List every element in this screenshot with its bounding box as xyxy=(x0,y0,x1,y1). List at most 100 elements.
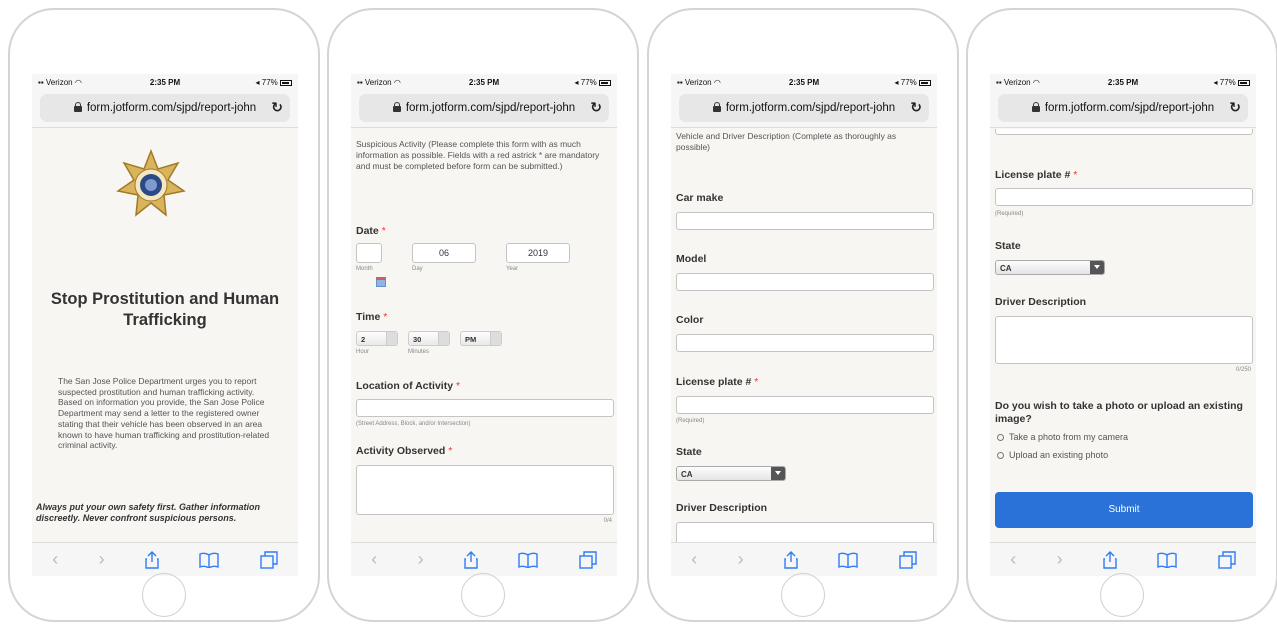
browser-toolbar: ‹ › xyxy=(351,542,617,576)
battery-icon xyxy=(1238,79,1250,86)
back-arrow-icon[interactable]: ‹ xyxy=(371,549,377,570)
state-label: State xyxy=(995,240,1021,252)
state-value: CA xyxy=(681,470,693,479)
license-plate-sublabel: (Required) xyxy=(676,418,705,424)
date-day-input[interactable]: 06 xyxy=(412,243,476,263)
status-bar: ▪︎▪︎ Verizon ◠ 2:35 PM ◂ 77% xyxy=(351,74,617,90)
reload-icon[interactable]: ↻ xyxy=(590,99,602,116)
battery-icon xyxy=(919,79,931,86)
chevron-down-icon xyxy=(771,467,785,480)
phone-screen-4: ▪︎▪︎ Verizon ◠ 2:35 PM ◂ 77% form.jotfor… xyxy=(990,74,1256,576)
battery-status: ◂ 77% xyxy=(256,78,292,87)
phone-frame-3: ▪︎▪︎ Verizon ◠ 2:35 PM ◂ 77% form.jotfor… xyxy=(647,8,959,622)
reload-icon[interactable]: ↻ xyxy=(271,99,283,116)
tabs-icon[interactable] xyxy=(1218,550,1236,569)
calendar-icon[interactable] xyxy=(376,277,386,287)
lock-icon xyxy=(73,102,82,112)
driver-description-textarea[interactable] xyxy=(995,316,1253,364)
bookmarks-icon[interactable] xyxy=(518,552,539,568)
browser-toolbar: ‹ › xyxy=(32,542,298,576)
safety-notice: Always put your own safety first. Gather… xyxy=(36,502,261,523)
lock-icon xyxy=(392,102,401,112)
back-arrow-icon[interactable]: ‹ xyxy=(1010,549,1016,570)
date-year-sublabel: Year xyxy=(506,266,519,272)
state-value: CA xyxy=(1000,264,1012,273)
battery-icon xyxy=(280,79,292,86)
time-hour-select[interactable]: 2 xyxy=(356,331,398,346)
time-ampm-select[interactable]: PM xyxy=(460,331,502,346)
url-bar[interactable]: form.jotform.com/sjpd/report-john ↻ xyxy=(998,94,1248,122)
forward-arrow-icon[interactable]: › xyxy=(738,549,744,570)
previous-input[interactable] xyxy=(995,129,1253,135)
forward-arrow-icon[interactable]: › xyxy=(1057,549,1063,570)
location-input[interactable] xyxy=(356,399,614,417)
model-input[interactable] xyxy=(676,273,934,291)
url-text: form.jotform.com/sjpd/report-john xyxy=(405,102,576,114)
url-text: form.jotform.com/sjpd/report-john xyxy=(725,102,896,114)
home-button[interactable] xyxy=(781,573,825,617)
tabs-icon[interactable] xyxy=(899,550,917,569)
back-arrow-icon[interactable]: ‹ xyxy=(691,549,697,570)
state-select[interactable]: CA xyxy=(995,260,1105,275)
location-label: Location of Activity * xyxy=(356,380,461,392)
activity-char-count: 0/4 xyxy=(603,518,612,524)
date-month-input[interactable] xyxy=(356,243,382,263)
share-icon[interactable] xyxy=(1103,550,1117,569)
photo-option-upload[interactable]: Upload an existing photo xyxy=(997,450,1108,460)
url-bar[interactable]: form.jotform.com/sjpd/report-john ↻ xyxy=(359,94,609,122)
forward-arrow-icon[interactable]: › xyxy=(418,549,424,570)
photo-option-camera[interactable]: Take a photo from my camera xyxy=(997,432,1128,442)
battery-status: ◂ 77% xyxy=(895,78,931,87)
bookmarks-icon[interactable] xyxy=(838,552,859,568)
car-make-input[interactable] xyxy=(676,212,934,230)
back-arrow-icon[interactable]: ‹ xyxy=(52,549,58,570)
page-content: Vehicle and Driver Description (Complete… xyxy=(671,129,937,542)
chevron-down-icon xyxy=(1090,261,1104,274)
reload-icon[interactable]: ↻ xyxy=(910,99,922,116)
share-icon[interactable] xyxy=(784,550,798,569)
url-text: form.jotform.com/sjpd/report-john xyxy=(86,102,257,114)
forward-arrow-icon[interactable]: › xyxy=(99,549,105,570)
intro-paragraph: The San Jose Police Department urges you… xyxy=(58,376,270,451)
state-select[interactable]: CA xyxy=(676,466,786,481)
color-label: Color xyxy=(676,314,704,326)
reload-icon[interactable]: ↻ xyxy=(1229,99,1241,116)
share-icon[interactable] xyxy=(464,550,478,569)
share-icon[interactable] xyxy=(145,550,159,569)
driver-description-textarea[interactable] xyxy=(676,522,934,542)
bookmarks-icon[interactable] xyxy=(199,552,220,568)
location-sublabel: (Street Address, Block, and/or Intersect… xyxy=(356,421,471,427)
time-minutes-select[interactable]: 30 xyxy=(408,331,450,346)
license-plate-label: License plate # * xyxy=(995,169,1078,181)
date-label: Date * xyxy=(356,225,386,237)
submit-button[interactable]: Submit xyxy=(995,492,1253,528)
date-day-sublabel: Day xyxy=(412,266,423,272)
license-plate-sublabel: (Required) xyxy=(995,211,1024,217)
vehicle-intro: Vehicle and Driver Description (Complete… xyxy=(676,131,897,152)
phone-screen-1: ▪︎▪︎ Verizon ◠ 2:35 PM ◂ 77% form.jotfor… xyxy=(32,74,298,576)
home-button[interactable] xyxy=(461,573,505,617)
url-text: form.jotform.com/sjpd/report-john xyxy=(1044,102,1215,114)
date-year-input[interactable]: 2019 xyxy=(506,243,570,263)
bookmarks-icon[interactable] xyxy=(1157,552,1178,568)
license-plate-input[interactable] xyxy=(995,188,1253,206)
home-button[interactable] xyxy=(1100,573,1144,617)
page-content: Stop Prostitution and Human Trafficking … xyxy=(32,129,298,542)
driver-description-label: Driver Description xyxy=(995,296,1087,308)
activity-textarea[interactable] xyxy=(356,465,614,515)
phone-screen-3: ▪︎▪︎ Verizon ◠ 2:35 PM ◂ 77% form.jotfor… xyxy=(671,74,937,576)
driver-char-count: 0/250 xyxy=(1235,367,1251,373)
phone-screen-2: ▪︎▪︎ Verizon ◠ 2:35 PM ◂ 77% form.jotfor… xyxy=(351,74,617,576)
radio-icon[interactable] xyxy=(997,434,1004,442)
radio-icon[interactable] xyxy=(997,452,1004,460)
home-button[interactable] xyxy=(142,573,186,617)
tabs-icon[interactable] xyxy=(260,550,278,569)
lock-icon xyxy=(1031,102,1040,112)
url-bar[interactable]: form.jotform.com/sjpd/report-john ↻ xyxy=(40,94,290,122)
color-input[interactable] xyxy=(676,334,934,352)
license-plate-input[interactable] xyxy=(676,396,934,414)
url-bar[interactable]: form.jotform.com/sjpd/report-john ↻ xyxy=(679,94,929,122)
lock-icon xyxy=(712,102,721,112)
form-intro: Suspicious Activity (Please complete thi… xyxy=(356,139,600,171)
tabs-icon[interactable] xyxy=(579,550,597,569)
